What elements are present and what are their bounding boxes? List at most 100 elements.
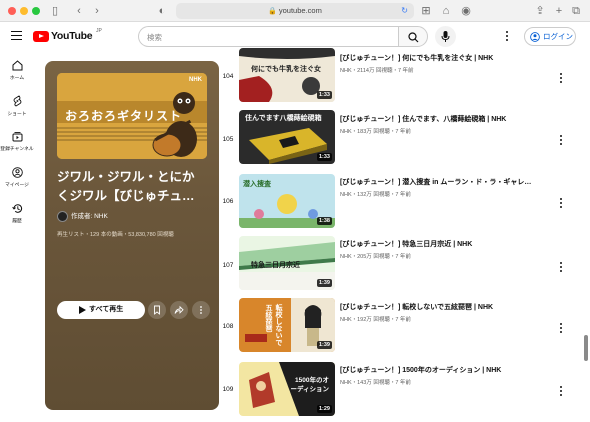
- extension-icon[interactable]: ◉: [460, 3, 472, 19]
- search-placeholder: 検索: [147, 33, 162, 42]
- playlist-title: ジワル・ジワル・とにか くジワル【びじゅチュ…: [57, 168, 213, 206]
- close-window-button[interactable]: [8, 7, 16, 15]
- home-icon: [12, 60, 22, 71]
- search-button[interactable]: [398, 26, 428, 47]
- video-thumbnail[interactable]: 特急三日月宗近 1:39: [239, 236, 335, 290]
- lock-icon: 🔒: [268, 8, 277, 15]
- video-more-button[interactable]: [560, 386, 563, 398]
- playlist-thumbnail-title: おろおろギタリスト: [65, 109, 183, 123]
- tab-overview-icon[interactable]: ⧉: [570, 3, 582, 19]
- playlist-more-button[interactable]: [192, 301, 210, 319]
- thumbnail-text: 1500年のオーディション: [290, 377, 329, 393]
- history-icon: [11, 204, 22, 213]
- video-more-button[interactable]: [560, 323, 563, 335]
- nav-item-subscriptions[interactable]: 登録チャンネル: [0, 131, 34, 152]
- list-item[interactable]: 104 何にでも牛乳を注ぐ女 1:33 [びじゅチューン！] 何にでも牛乳を注ぐ…: [219, 48, 579, 108]
- save-playlist-button[interactable]: [148, 301, 166, 319]
- list-item[interactable]: 105 住んでます八橋蒔絵硯箱 1:33 [びじゅチューン！] 住んでます、八橋…: [219, 110, 579, 170]
- microphone-icon: [441, 31, 450, 42]
- bookmark-icon: [154, 305, 160, 315]
- video-title[interactable]: [びじゅチューン！] 1500年のオーディション | NHK: [340, 365, 550, 375]
- video-meta: NHK・205万 回視聴・7 年前: [340, 254, 411, 260]
- playlist-thumbnail[interactable]: おろおろギタリスト NHK: [57, 73, 207, 159]
- list-item[interactable]: 107 特急三日月宗近 1:39 [びじゅチューン！] 特急三日月宗近 | NH…: [219, 235, 579, 295]
- search-input[interactable]: 検索: [138, 26, 398, 47]
- home-browser-icon[interactable]: ⌂: [440, 3, 452, 19]
- video-title[interactable]: [びじゅチューン！] 転校しないで五絃琵琶 | NHK: [340, 302, 550, 312]
- zoom-window-button[interactable]: [32, 7, 40, 15]
- login-button[interactable]: ログイン: [524, 27, 576, 46]
- nav-item-mypage[interactable]: マイページ: [0, 167, 34, 188]
- thumbnail-text: 住んでます八橋蒔絵硯箱: [245, 115, 322, 122]
- address-bar[interactable]: 🔒 youtube.com ↻: [176, 3, 414, 19]
- video-duration: 1:33: [316, 91, 332, 99]
- forward-icon[interactable]: ›: [92, 3, 102, 19]
- owner-avatar: [57, 210, 68, 222]
- owner-name: 作成者: NHK: [71, 213, 108, 220]
- video-title[interactable]: [びじゅチューン！] 潜入捜査 in ムーラン・ド・ラ・ギャレ…: [340, 177, 550, 187]
- share-icon[interactable]: ⇪: [534, 3, 546, 19]
- sidebar-toggle-icon[interactable]: ▯: [48, 3, 62, 19]
- nav-label: 履歴: [12, 219, 22, 224]
- video-thumbnail[interactable]: 住んでます八橋蒔絵硯箱 1:33: [239, 110, 335, 164]
- playlist-title-line2: くジワル【びじゅチュ…: [57, 189, 195, 203]
- video-duration: 1:38: [316, 217, 332, 225]
- video-more-button[interactable]: [560, 135, 563, 147]
- video-thumbnail[interactable]: 1500年のオーディション 1:29: [239, 362, 335, 416]
- grid-icon[interactable]: ⊞: [420, 3, 432, 19]
- video-title[interactable]: [びじゅチューン！] 何にでも牛乳を注ぐ女 | NHK: [340, 53, 550, 63]
- thumbnail-text: 潜入捜査: [243, 181, 271, 188]
- nav-item-shorts[interactable]: ショート: [0, 95, 34, 117]
- page-scrollbar[interactable]: [584, 335, 588, 361]
- privacy-shield-icon[interactable]: ◐: [156, 3, 168, 19]
- video-index: 107: [222, 262, 234, 269]
- account-icon: [11, 167, 23, 178]
- video-thumbnail[interactable]: 何にでも牛乳を注ぐ女 1:33: [239, 48, 335, 102]
- list-item[interactable]: 106 潜入捜査 1:38 [びじゅチューン！] 潜入捜査 in ムーラン・ド・…: [219, 173, 579, 233]
- new-tab-icon[interactable]: +: [553, 3, 565, 19]
- logo-region: JP: [96, 28, 102, 34]
- share-arrow-icon: [174, 305, 184, 314]
- nav-label: マイページ: [5, 183, 29, 188]
- video-index: 108: [222, 323, 234, 330]
- video-meta: NHK・143万 回視聴・7 年前: [340, 380, 411, 386]
- minimize-window-button[interactable]: [20, 7, 28, 15]
- thumbnail-text: 何にでも牛乳を注ぐ女: [251, 66, 321, 73]
- voice-search-button[interactable]: [435, 26, 456, 47]
- video-thumbnail[interactable]: 転校しないで五絃琵琶 1:39: [239, 298, 335, 352]
- video-more-button[interactable]: [560, 73, 563, 85]
- video-duration: 1:29: [316, 405, 332, 413]
- list-item[interactable]: 109 1500年のオーディション 1:29 [びじゅチューン！] 1500年の…: [219, 361, 579, 421]
- thumbnail-text: 特急三日月宗近: [251, 262, 300, 269]
- settings-menu-icon[interactable]: [506, 31, 509, 42]
- video-meta: NHK・192万 回視聴・7 年前: [340, 317, 411, 323]
- playlist-thumbnail-brand: NHK: [189, 77, 202, 83]
- share-playlist-button[interactable]: [170, 301, 188, 319]
- video-duration: 1:33: [316, 153, 332, 161]
- video-meta: NHK・132万 回視聴・7 年前: [340, 192, 411, 198]
- more-vert-icon: [200, 306, 202, 314]
- browser-toolbar: ▯ ‹ › ◐ 🔒 youtube.com ↻ ⊞ ⌂ ◉ ⇪ + ⧉: [0, 0, 590, 22]
- video-meta: NHK・183万 回視聴・7 年前: [340, 129, 411, 135]
- nav-item-home[interactable]: ホーム: [0, 60, 34, 81]
- video-title[interactable]: [びじゅチューン！] 特急三日月宗近 | NHK: [340, 239, 550, 249]
- video-index: 109: [222, 386, 234, 393]
- menu-icon[interactable]: [11, 31, 22, 40]
- playlist-owner[interactable]: 作成者: NHK: [57, 210, 108, 222]
- nav-item-history[interactable]: 履歴: [0, 203, 34, 224]
- video-duration: 1:39: [316, 279, 332, 287]
- play-all-button[interactable]: すべて再生: [57, 301, 145, 319]
- playlist-meta: 再生リスト・129 本の動画・53,830,780 回視聴: [57, 232, 174, 238]
- back-icon[interactable]: ‹: [74, 3, 84, 19]
- reload-icon[interactable]: ↻: [401, 3, 408, 19]
- video-more-button[interactable]: [560, 198, 563, 210]
- video-title[interactable]: [びじゅチューン！] 住んでます、八橋蒔絵硯箱 | NHK: [340, 114, 550, 124]
- video-index: 105: [222, 136, 234, 143]
- video-thumbnail[interactable]: 潜入捜査 1:38: [239, 174, 335, 228]
- nav-label: ショート: [7, 112, 27, 117]
- logo-wordmark: YouTube: [51, 30, 93, 42]
- video-more-button[interactable]: [560, 262, 563, 274]
- address-url: youtube.com: [278, 6, 322, 15]
- list-item[interactable]: 108 転校しないで五絃琵琶 1:39 [びじゅチューン！] 転校しないで五絃琵…: [219, 298, 579, 358]
- search-icon: [408, 32, 419, 43]
